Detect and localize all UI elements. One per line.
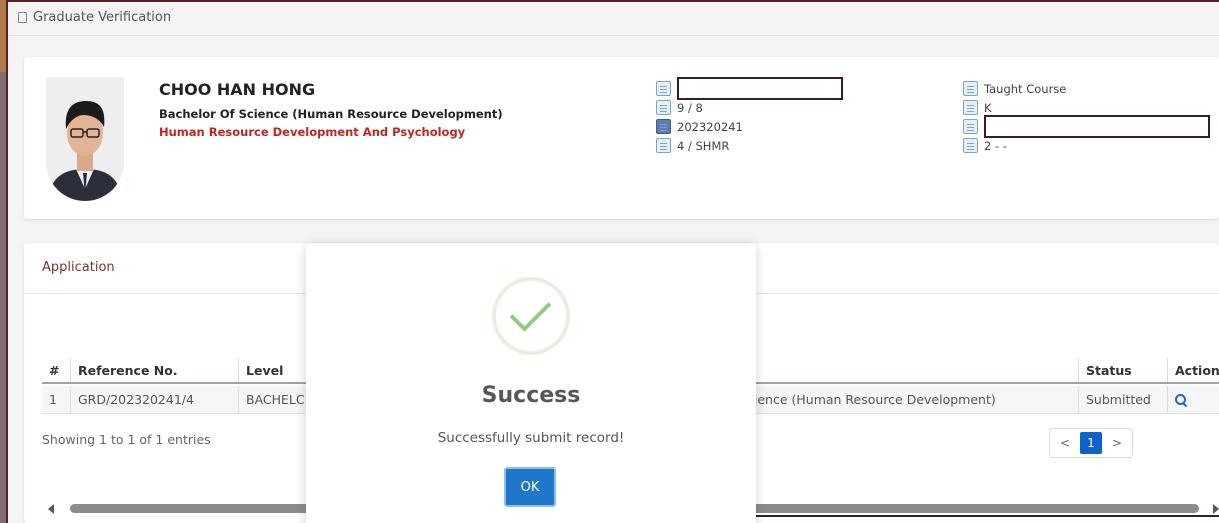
application-title: Application <box>42 260 115 275</box>
col-level[interactable]: Level <box>238 358 308 382</box>
info-row-code: 4 / SHMR <box>656 136 843 155</box>
pager-page-1[interactable]: 1 <box>1080 432 1102 454</box>
header-divider <box>8 35 1219 36</box>
info-row-course-type: Taught Course <box>963 79 1210 98</box>
row-action <box>1167 386 1219 413</box>
info-row-redacted <box>963 115 1210 138</box>
pager-prev[interactable]: < <box>1050 429 1080 457</box>
info-row-intake: 202320241 <box>656 117 843 136</box>
info-row-id <box>656 77 843 100</box>
program-name: Human Resource Development And Psycholog… <box>159 125 466 139</box>
profile-card: CHOO HAN HONG Bachelor Of Science (Human… <box>24 57 1219 219</box>
info-level: 2 - - <box>984 138 1007 153</box>
col-num[interactable]: # <box>42 358 70 382</box>
info-row-level: 2 - - <box>963 136 1210 155</box>
row-num: 1 <box>49 392 57 407</box>
redacted-field <box>984 115 1210 138</box>
degree-title: Bachelor Of Science (Human Resource Deve… <box>159 107 503 121</box>
col-action[interactable]: Action <box>1167 358 1219 382</box>
info-intake: 202320241 <box>677 119 743 134</box>
book-icon <box>963 81 978 96</box>
document-icon <box>18 11 27 23</box>
row-status: Submitted <box>1078 386 1167 413</box>
row-level: BACHELC <box>238 386 308 413</box>
calendar-icon <box>656 100 671 115</box>
info-session: 9 / 8 <box>677 100 703 115</box>
student-name: CHOO HAN HONG <box>159 80 316 99</box>
calendar-clock-icon <box>656 119 671 134</box>
pagination: < 1 > <box>1049 428 1133 458</box>
info-course-type: Taught Course <box>984 81 1067 96</box>
report-icon <box>963 100 978 115</box>
search-icon[interactable] <box>1175 393 1187 406</box>
info-row-session: 9 / 8 <box>656 98 843 117</box>
success-dialog: Success Successfully submit record! OK <box>306 243 756 523</box>
col-status[interactable]: Status <box>1078 358 1167 382</box>
dialog-title: Success <box>481 383 581 408</box>
info-column-left: 9 / 8 202320241 4 / SHMR <box>656 77 843 155</box>
avatar-photo <box>46 77 124 201</box>
avatar <box>46 77 124 201</box>
building-icon <box>963 138 978 153</box>
checkmark-icon <box>492 277 570 355</box>
redacted-field <box>677 77 843 100</box>
info-column-right: Taught Course K 2 - - <box>963 79 1210 155</box>
top-border <box>6 0 1219 2</box>
ok-button[interactable]: OK <box>504 467 556 507</box>
info-grade: K <box>984 100 992 115</box>
dialog-message: Successfully submit record! <box>437 430 625 446</box>
breadcrumb-label: Graduate Verification <box>33 9 172 25</box>
row-reference: GRD/202320241/4 <box>70 386 238 413</box>
scroll-right-icon[interactable] <box>1213 504 1219 514</box>
entries-info: Showing 1 to 1 of 1 entries <box>42 432 211 447</box>
pager-next[interactable]: > <box>1102 429 1132 457</box>
scroll-left-icon[interactable] <box>48 504 54 514</box>
col-reference[interactable]: Reference No. <box>70 358 238 382</box>
info-code: 4 / SHMR <box>677 138 730 153</box>
breadcrumb: Graduate Verification <box>18 2 171 32</box>
screen-icon <box>656 138 671 153</box>
id-card-icon <box>656 81 671 96</box>
document-list-icon <box>963 119 978 134</box>
row-program: cience (Human Resource Development) <box>747 392 996 407</box>
